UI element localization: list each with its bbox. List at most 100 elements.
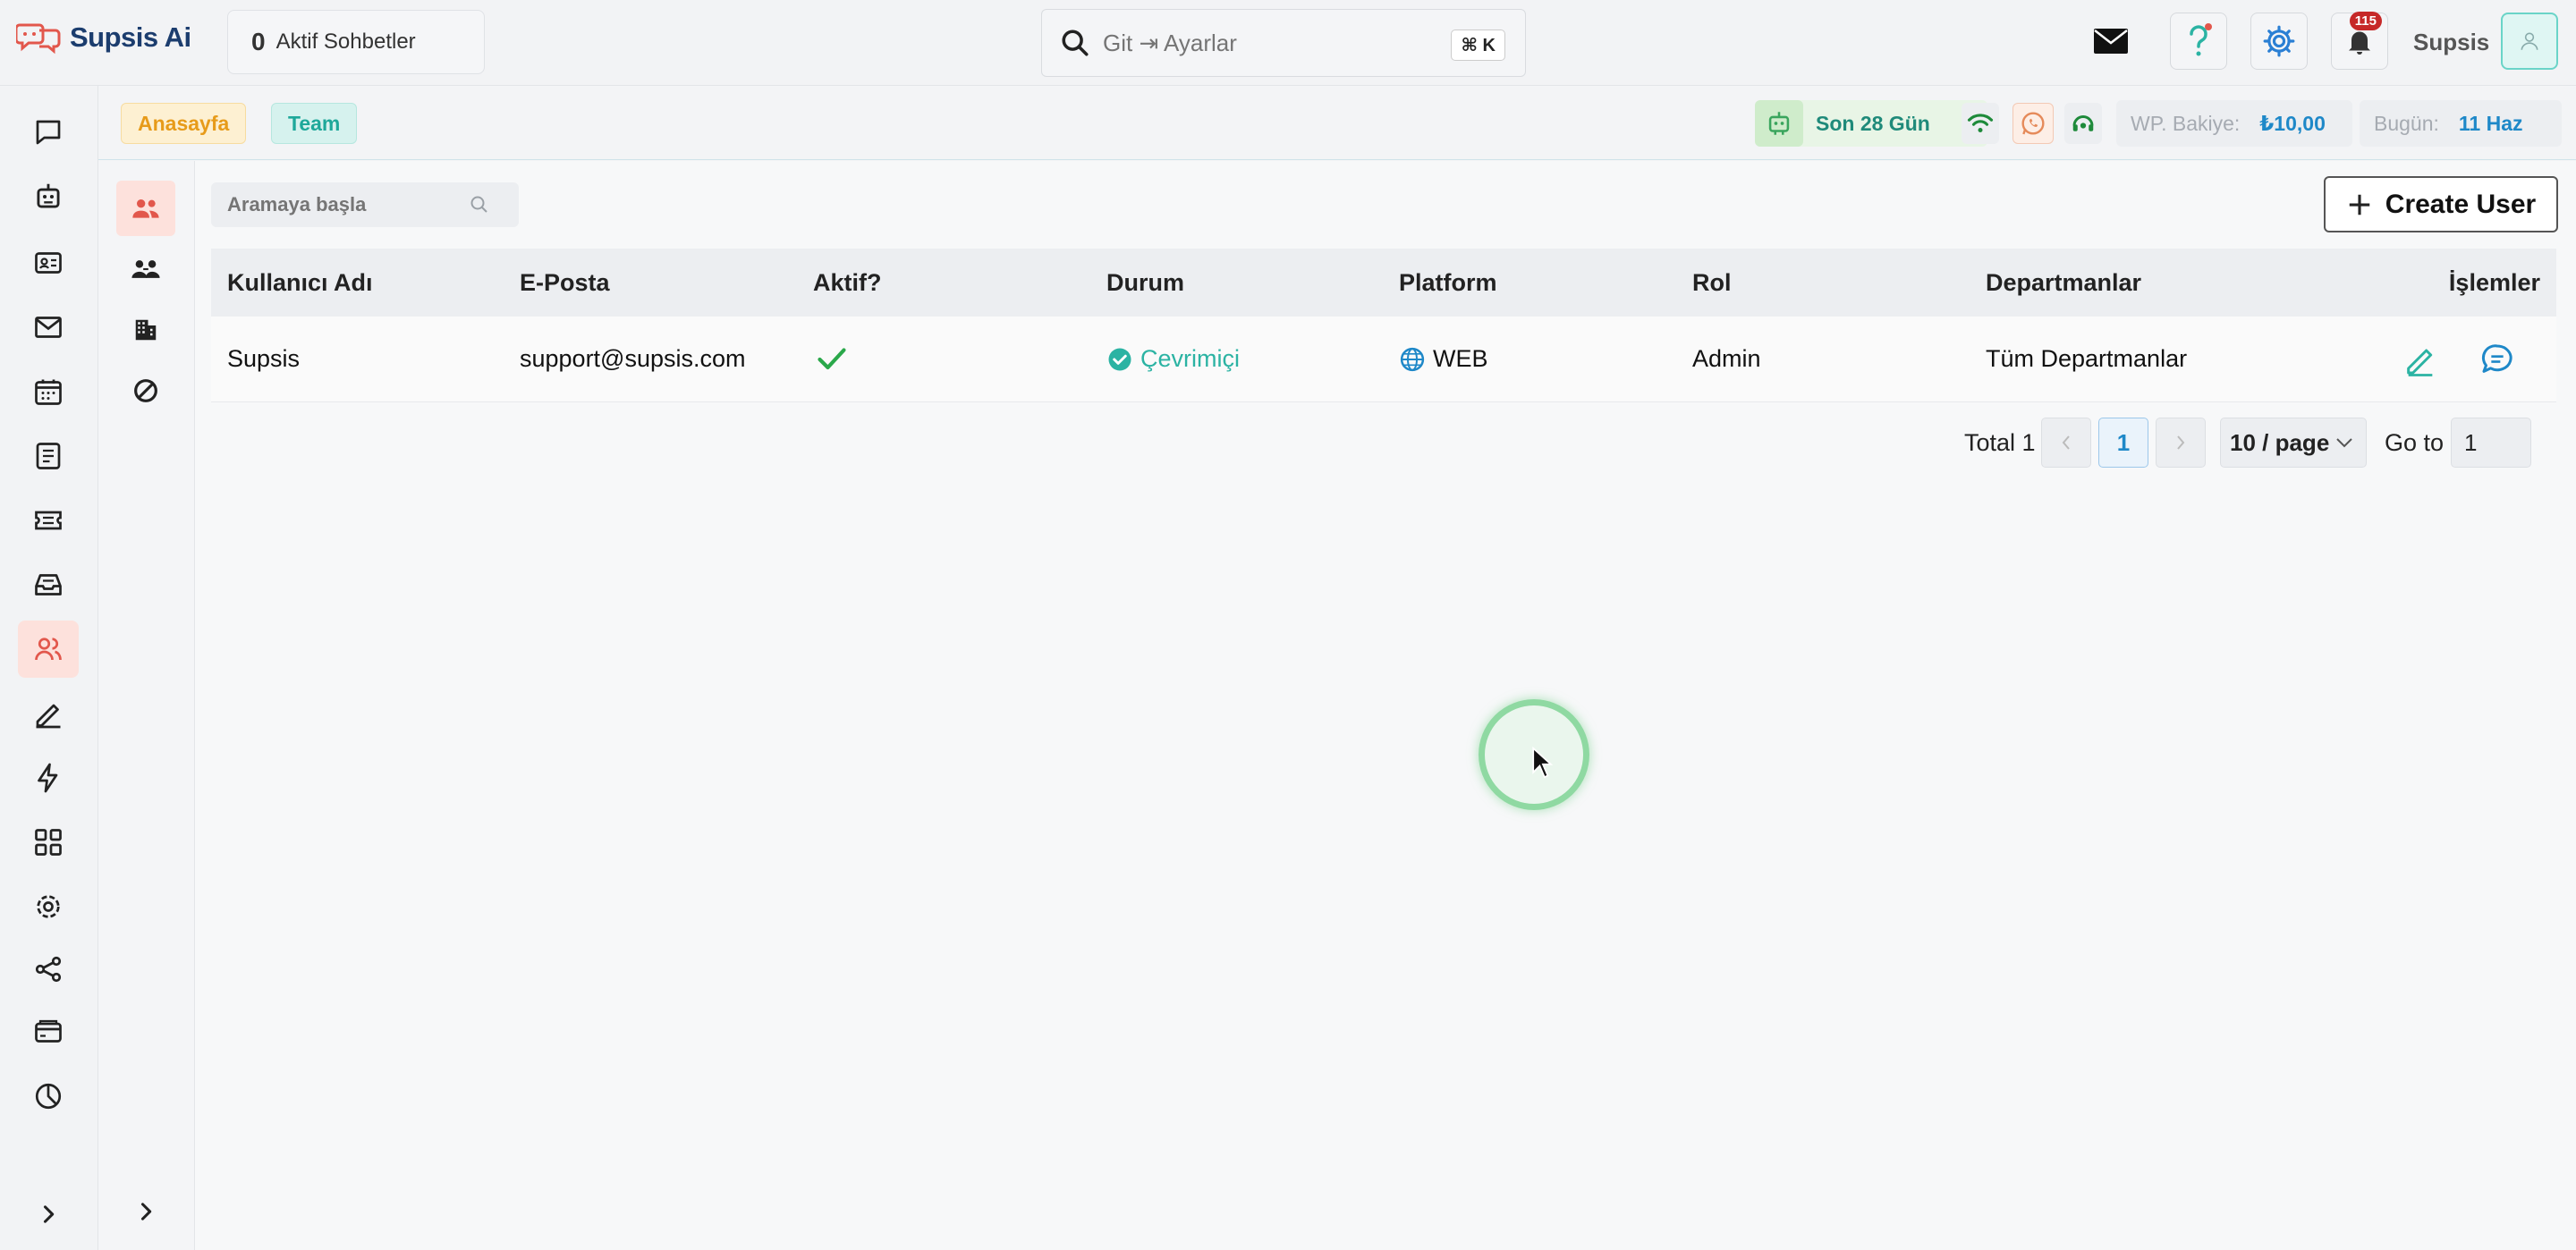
whatsapp-status[interactable] — [2012, 103, 2054, 144]
prev-page-button[interactable] — [2041, 418, 2091, 468]
sub-item-departments[interactable] — [116, 302, 175, 358]
pie-chart-icon — [35, 1083, 62, 1110]
settings-button[interactable] — [2250, 13, 2308, 70]
cell-active — [816, 317, 848, 401]
sidebar-item-apps[interactable] — [18, 814, 79, 871]
wp-balance: WP. Bakiye: ₺10,00 — [2116, 100, 2352, 147]
bot-status — [1755, 100, 1803, 147]
message-user-button[interactable] — [2479, 317, 2515, 401]
plus-icon — [2349, 194, 2370, 215]
chevron-left-icon — [2062, 435, 2070, 450]
search-icon — [470, 196, 487, 213]
create-user-button[interactable]: Create User — [2324, 176, 2558, 232]
sidebar-item-calendar[interactable] — [18, 363, 79, 420]
divider — [98, 159, 2576, 160]
user-icon — [2521, 32, 2538, 50]
sidebar-item-edit[interactable] — [18, 685, 79, 742]
global-search-input[interactable] — [1103, 29, 1425, 57]
mail-icon — [2094, 29, 2128, 54]
goto-page-input[interactable]: 1 — [2451, 418, 2531, 468]
sidebar-item-mail[interactable] — [18, 299, 79, 356]
user-assign-icon — [131, 260, 160, 278]
table-header: Kullanıcı Adı E-Posta Aktif? Durum Platf… — [211, 249, 2556, 317]
global-search[interactable]: ⌘ K — [1041, 9, 1526, 77]
sidebar-item-billing[interactable] — [18, 1003, 79, 1060]
column-header-actions: İşlemler — [2448, 268, 2540, 296]
active-chats-button[interactable]: 0 Aktif Sohbetler — [227, 10, 485, 74]
sub-sidebar-expand-button[interactable] — [116, 1184, 175, 1239]
main-sidebar — [0, 86, 98, 1250]
chevron-down-icon — [2336, 438, 2352, 448]
chevron-right-icon — [2177, 435, 2185, 450]
lightning-icon — [38, 763, 58, 793]
sub-item-blocked[interactable] — [116, 363, 175, 418]
column-header-email[interactable]: E-Posta — [520, 249, 610, 317]
sidebar-item-share[interactable] — [18, 941, 79, 998]
avatar[interactable] — [2501, 13, 2558, 70]
inbox-tray-icon — [35, 574, 62, 595]
sub-item-roles[interactable] — [116, 241, 175, 297]
contact-card-icon — [35, 252, 62, 274]
breadcrumb-current[interactable]: Team — [271, 103, 358, 144]
sidebar-item-reports[interactable] — [18, 1068, 79, 1125]
pen-icon — [36, 704, 61, 729]
table-row[interactable]: Supsis support@supsis.com Çevrimiçi WEB … — [211, 317, 2556, 402]
building-icon — [135, 319, 157, 341]
logo[interactable]: Supsis Ai — [16, 20, 191, 55]
globe-icon — [1400, 347, 1425, 371]
sidebar-item-contacts[interactable] — [18, 234, 79, 291]
column-header-platform[interactable]: Platform — [1399, 249, 1497, 317]
chevron-right-icon — [140, 1203, 152, 1220]
team-sub-sidebar — [98, 161, 195, 1250]
page-size-select[interactable]: 10 / page — [2220, 418, 2367, 468]
check-circle-icon — [1108, 348, 1131, 370]
column-header-status[interactable]: Durum — [1106, 249, 1184, 317]
user-search-input[interactable] — [227, 193, 469, 216]
headset-icon — [2072, 115, 2094, 131]
cell-departments: Tüm Departmanlar — [1986, 345, 2188, 372]
status-text: Çevrimiçi — [1140, 345, 1240, 372]
help-button[interactable] — [2170, 13, 2227, 70]
message-icon — [2481, 343, 2512, 373]
period-selector[interactable]: Son 28 Gün — [1755, 100, 1987, 147]
sidebar-item-bots[interactable] — [18, 168, 79, 225]
notifications-button[interactable]: 115 — [2331, 12, 2388, 70]
question-icon — [2190, 23, 2212, 56]
next-page-button[interactable] — [2156, 418, 2206, 468]
sidebar-expand-button[interactable] — [18, 1186, 79, 1243]
share-icon — [35, 956, 62, 983]
wifi-icon — [1967, 114, 1994, 132]
top-bar: Supsis Ai 0 Aktif Sohbetler ⌘ K 115 Sups… — [0, 0, 2576, 86]
edit-user-button[interactable] — [2402, 317, 2438, 401]
chat-bubble-icon — [36, 120, 61, 145]
page-button-current[interactable]: 1 — [2098, 418, 2148, 468]
block-icon — [134, 379, 157, 402]
form-list-icon — [36, 443, 61, 469]
sidebar-item-settings[interactable] — [18, 878, 79, 935]
mail-button[interactable] — [2082, 13, 2140, 70]
column-header-username[interactable]: Kullanıcı Adı — [227, 249, 373, 317]
robot-icon — [1768, 112, 1790, 135]
cell-username: Supsis — [227, 345, 301, 372]
goto-label: Go to — [2385, 428, 2445, 456]
pencil-icon — [2407, 349, 2433, 376]
sub-item-users[interactable] — [116, 181, 175, 236]
robot-icon — [37, 183, 60, 208]
credit-card-icon — [35, 1019, 62, 1043]
chevron-right-icon — [43, 1205, 55, 1223]
today-label: Bugün: — [2374, 111, 2439, 135]
calendar-icon — [35, 379, 62, 405]
breadcrumb-home[interactable]: Anasayfa — [121, 103, 247, 144]
column-header-role[interactable]: Rol — [1692, 249, 1732, 317]
column-header-departments[interactable]: Departmanlar — [1986, 249, 2141, 317]
sidebar-item-chats[interactable] — [18, 104, 79, 161]
today-date: Bugün: 11 Haz — [2360, 100, 2562, 147]
sidebar-item-tickets[interactable] — [18, 492, 79, 549]
sidebar-item-team[interactable] — [18, 621, 79, 678]
user-search[interactable] — [211, 182, 519, 227]
sidebar-item-forms[interactable] — [18, 427, 79, 485]
sidebar-item-automation[interactable] — [18, 749, 79, 807]
column-header-active[interactable]: Aktif? — [813, 249, 882, 317]
sidebar-item-inbox[interactable] — [18, 556, 79, 613]
create-user-label: Create User — [2385, 189, 2537, 219]
